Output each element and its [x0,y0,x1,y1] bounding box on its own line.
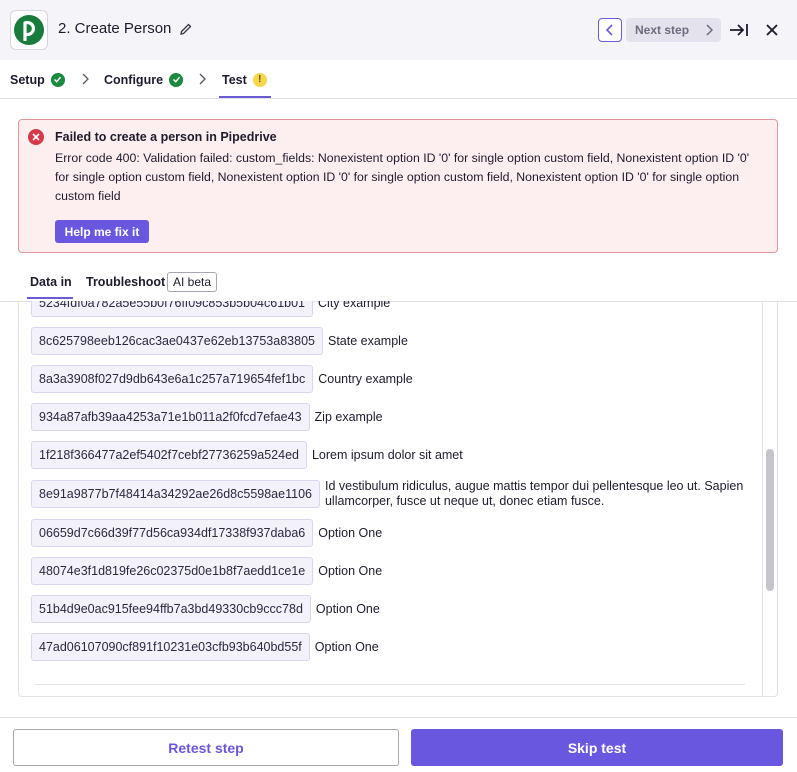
tab-data-in[interactable]: Data in [30,275,72,289]
field-value: Option One [318,525,383,540]
pipedrive-logo [10,10,48,50]
skip-test-button[interactable]: Skip test [411,729,783,766]
pipedrive-logo-icon [14,15,44,45]
arrow-to-right-icon [730,24,748,36]
scrollbar-thumb[interactable] [766,449,774,591]
chevron-left-icon [605,24,613,36]
tab-setup-label: Setup [10,72,45,87]
field-key-pill[interactable]: 06659d7c66d39f77d56ca934df17338f937daba6 [31,519,314,547]
chevron-right-icon [82,73,89,85]
tab-configure-label: Configure [104,72,164,87]
error-message: Error code 400: Validation failed: custo… [55,151,750,203]
chevron-right-icon [706,24,713,36]
data-in-panel[interactable]: 5234fdf0a782a5e55b0f76ff09c853b5b04c61b0… [18,301,778,697]
previous-step-button[interactable] [598,18,622,42]
field-key-pill[interactable]: 8c625798eeb126cac3ae0437e62eb13753a83805 [31,327,323,355]
error-x-icon [28,129,44,145]
scrollbar[interactable] [762,301,777,696]
step-header: 2. Create Person Next step [0,0,797,60]
data-list: 5234fdf0a782a5e55b0f76ff09c853b5b04c61b0… [31,301,751,671]
field-key-pill[interactable]: 8e91a9877b7f48414a34292ae26d8c5598ae1106 [31,480,320,508]
list-item: 06659d7c66d39f77d56ca934df17338f937daba6… [31,519,751,547]
help-me-fix-button[interactable]: Help me fix it [55,220,149,243]
field-key-pill[interactable]: 8a3a3908f027d9db643e6a1c257a719654fef1bc [31,365,314,393]
field-value: Zip example [314,409,383,424]
field-key-pill[interactable]: 5234fdf0a782a5e55b0f76ff09c853b5b04c61b0… [31,301,314,317]
step-title[interactable]: 2. Create Person [58,20,193,37]
field-key-pill[interactable]: 51b4d9e0ac915fee94ffb7a3bd49330cb9ccc78d [31,595,311,623]
close-icon [766,24,778,36]
active-tab-indicator [219,96,271,98]
list-item: 8e91a9877b7f48414a34292ae26d8c5598ae1106… [31,479,751,509]
next-step-button[interactable]: Next step [626,18,721,42]
warning-icon: ! [252,72,267,87]
list-item: 8a3a3908f027d9db643e6a1c257a719654fef1bc… [31,365,751,393]
list-item: 5234fdf0a782a5e55b0f76ff09c853b5b04c61b0… [31,301,751,317]
list-item: 47ad06107090cf891f10231e03cfb93b640bd55f… [31,633,751,661]
tab-setup[interactable]: Setup [10,60,65,99]
divider [35,684,745,685]
expand-button[interactable] [728,18,750,42]
field-value: Option One [315,601,380,616]
tab-configure[interactable]: Configure [104,60,184,99]
list-item: 51b4d9e0ac915fee94ffb7a3bd49330cb9ccc78d… [31,595,751,623]
field-key-pill[interactable]: 47ad06107090cf891f10231e03cfb93b640bd55f [31,633,310,661]
field-key-pill[interactable]: 934a87afb39aa4253a71e1b011a2f0fcd7efae43 [31,403,310,431]
error-title: Failed to create a person in Pipedrive [55,130,277,144]
ai-beta-badge: AI beta [167,272,218,292]
field-value: Option One [314,639,379,654]
retest-step-button[interactable]: Retest step [13,729,399,766]
field-value: City example [318,301,391,310]
pencil-icon[interactable] [179,22,193,36]
field-value: Option One [318,563,383,578]
list-item: 48074e3f1d819fe26c02375d0e1b8f7aedd1ce1e… [31,557,751,585]
chevron-right-icon [199,73,206,85]
error-alert: Failed to create a person in Pipedrive E… [18,119,778,253]
field-value: Lorem ipsum dolor sit amet [311,447,463,462]
field-key-pill[interactable]: 1f218f366477a2ef5402f7cebf27736259a524ed [31,441,307,469]
close-button[interactable] [761,18,783,42]
steps-nav: Setup Configure Test ! [0,60,797,99]
check-circle-icon [169,72,184,87]
check-circle-icon [50,72,65,87]
active-subtab-indicator [27,297,73,299]
list-item: 934a87afb39aa4253a71e1b011a2f0fcd7efae43… [31,403,751,431]
footer: Retest step Skip test [0,717,797,772]
tab-test-label: Test [222,72,247,87]
next-step-label: Next step [635,23,690,37]
list-item: 8c625798eeb126cac3ae0437e62eb13753a83805… [31,327,751,355]
step-title-text: 2. Create Person [58,20,172,37]
tab-troubleshoot[interactable]: Troubleshoot [86,275,165,289]
field-value: State example [327,333,408,348]
field-value: Country example [318,371,413,386]
list-item: 1f218f366477a2ef5402f7cebf27736259a524ed… [31,441,751,469]
field-value: Id vestibulum ridiculus, augue mattis te… [324,479,744,508]
tab-test[interactable]: Test ! [222,60,267,99]
field-key-pill[interactable]: 48074e3f1d819fe26c02375d0e1b8f7aedd1ce1e [31,557,314,585]
